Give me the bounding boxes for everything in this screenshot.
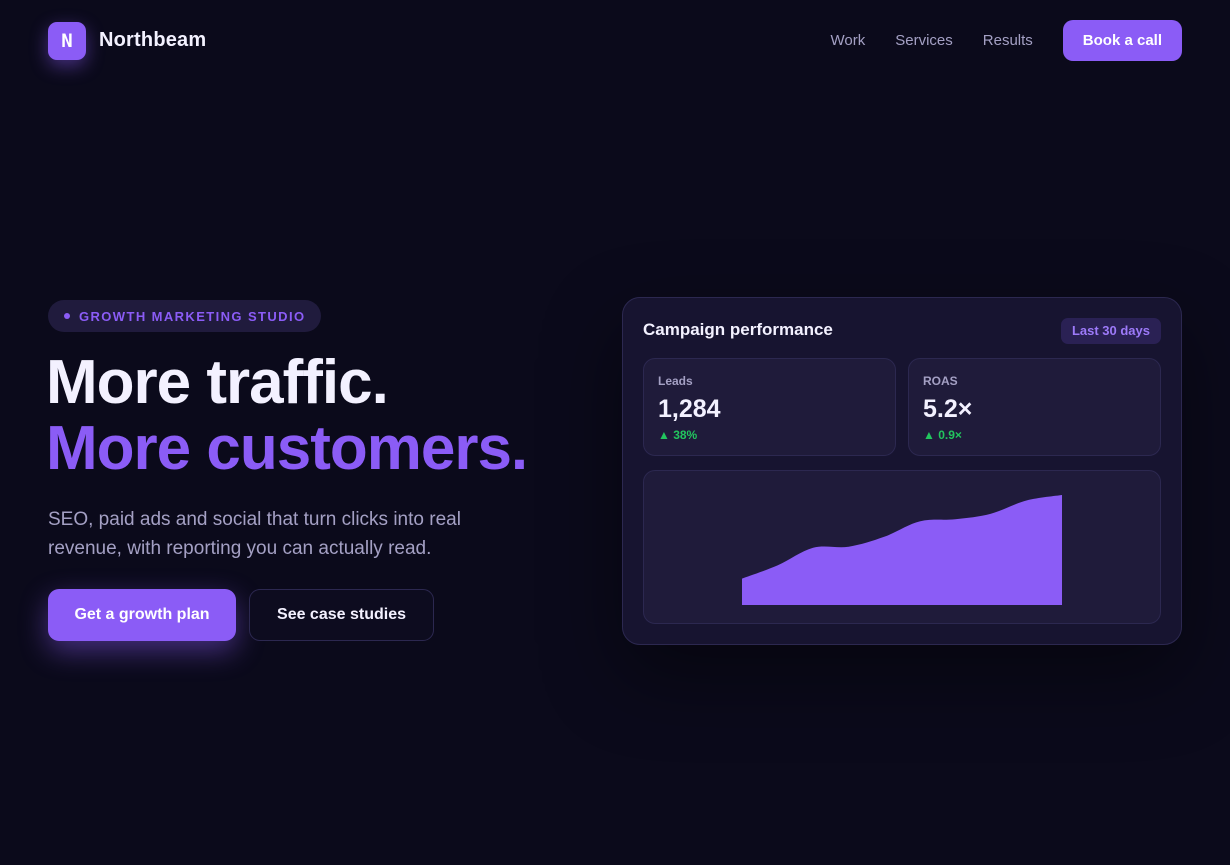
stat-delta: ▲ 0.9× bbox=[923, 428, 962, 442]
hero-subtitle: SEO, paid ads and social that turn click… bbox=[48, 509, 461, 559]
badge-label: GROWTH MARKETING STUDIO bbox=[79, 308, 306, 324]
stat-label: ROAS bbox=[923, 374, 958, 388]
get-growth-plan-button[interactable]: Get a growth plan bbox=[48, 589, 236, 641]
see-case-studies-button[interactable]: See case studies bbox=[249, 589, 434, 641]
card-title: Campaign performance bbox=[643, 320, 833, 339]
area-series bbox=[742, 495, 1062, 605]
brand[interactable]: N Northbeam bbox=[48, 21, 207, 60]
nav-link-services[interactable]: Services bbox=[895, 32, 953, 49]
top-nav: N Northbeam Work Services Results Book a… bbox=[48, 20, 1182, 61]
area-chart bbox=[742, 495, 1062, 605]
nav-menu: Work Services Results Book a call bbox=[831, 20, 1182, 61]
stat-leads: Leads 1,284 ▲ 38% bbox=[643, 358, 896, 456]
book-call-button[interactable]: Book a call bbox=[1062, 20, 1182, 61]
stat-value: 1,284 bbox=[658, 395, 721, 423]
stat-label: Leads bbox=[658, 374, 693, 388]
stat-delta: ▲ 38% bbox=[658, 428, 698, 442]
area-chart-panel bbox=[643, 470, 1161, 624]
hero-badge: GROWTH MARKETING STUDIO bbox=[48, 300, 322, 332]
badge-dot-icon bbox=[64, 313, 70, 319]
stat-roas: ROAS 5.2× ▲ 0.9× bbox=[908, 358, 1161, 456]
campaign-performance-card: Campaign performance Last 30 days Leads … bbox=[622, 297, 1182, 645]
nav-link-work[interactable]: Work bbox=[831, 32, 866, 49]
brand-name: Northbeam bbox=[99, 29, 207, 51]
headline-line-2: More customers. bbox=[46, 414, 528, 483]
stat-value: 5.2× bbox=[923, 395, 973, 423]
headline-line-1: More traffic. bbox=[46, 348, 389, 417]
brand-logo-icon: N bbox=[48, 21, 86, 60]
nav-link-results[interactable]: Results bbox=[983, 32, 1033, 49]
date-range-pill[interactable]: Last 30 days bbox=[1060, 318, 1161, 344]
